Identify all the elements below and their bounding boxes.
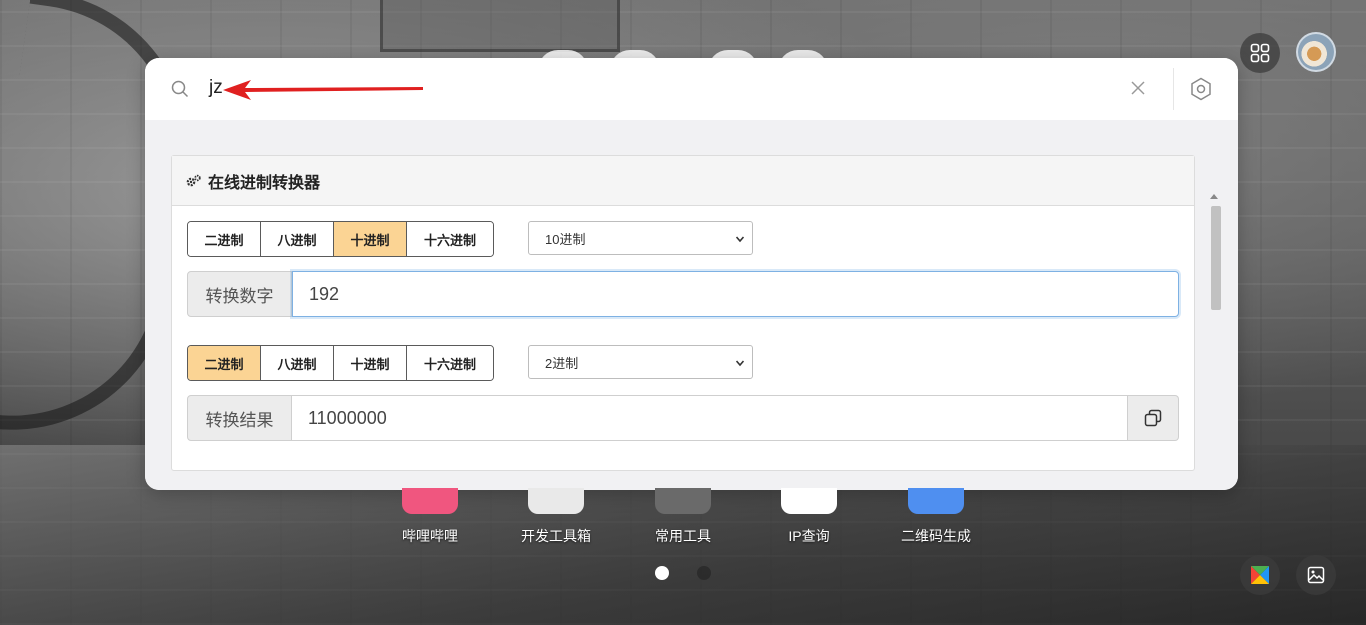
dock-item-qrcode[interactable]: 二维码生成: [896, 488, 976, 546]
dock-label: 二维码生成: [901, 528, 971, 544]
input-base-button[interactable]: 十六进制: [407, 222, 493, 256]
image-icon: [1307, 566, 1325, 584]
output-result-label: 转换结果: [187, 395, 292, 441]
ip-query-icon: [781, 488, 837, 514]
input-number-group: 转换数字 192: [187, 271, 1179, 317]
dock-label: 常用工具: [655, 528, 711, 544]
scroll-up-icon[interactable]: [1210, 194, 1218, 199]
chevron-down-icon: [736, 360, 744, 367]
dock-label: 哔哩哔哩: [402, 528, 458, 544]
search-input[interactable]: jz: [209, 77, 223, 99]
input-number-field[interactable]: 192: [292, 271, 1179, 317]
avatar[interactable]: [1296, 32, 1336, 72]
results-area: 在线进制转换器 二进制 八进制 十进制 十六进制 10进制 转换数字 192 二…: [145, 120, 1238, 490]
page-dot[interactable]: [697, 566, 711, 580]
background-window: [380, 0, 620, 52]
dock-item-devtools[interactable]: 开发工具箱: [516, 488, 596, 546]
copy-icon: [1144, 409, 1162, 427]
output-base-button[interactable]: 八进制: [261, 346, 334, 380]
qrcode-icon: [908, 488, 964, 514]
input-base-button[interactable]: 二进制: [188, 222, 261, 256]
chevron-down-icon: [736, 236, 744, 243]
close-icon[interactable]: [1131, 81, 1145, 95]
output-base-button[interactable]: 十六进制: [407, 346, 493, 380]
input-base-group: 二进制 八进制 十进制 十六进制: [187, 221, 494, 257]
input-base-select-value: 10进制: [545, 231, 586, 247]
grid-icon: [1250, 43, 1270, 63]
apps-button[interactable]: [1240, 33, 1280, 73]
results-scrollbar[interactable]: [1207, 188, 1221, 490]
devtools-icon: [528, 488, 584, 514]
gears-icon: [186, 174, 201, 186]
tools-icon: [655, 488, 711, 514]
card-header: 在线进制转换器: [172, 156, 1194, 206]
output-base-select[interactable]: 2进制: [528, 345, 753, 379]
search-bar: jz: [145, 58, 1238, 120]
dock-item-bilibili[interactable]: 哔哩哔哩: [390, 488, 470, 546]
bilibili-icon: [402, 488, 458, 514]
search-panel: jz 在线进制转换器 二进制 八进制 十进制 十六进制 10进制 转换数字 19…: [145, 58, 1238, 490]
output-base-group: 二进制 八进制 十进制 十六进制: [187, 345, 494, 381]
annotation-arrow-icon: [223, 80, 423, 100]
search-icon: [171, 80, 189, 98]
dock-label: 开发工具箱: [521, 528, 591, 544]
dock-item-ip-query[interactable]: IP查询: [769, 488, 849, 546]
output-base-select-value: 2进制: [545, 355, 579, 371]
output-result-group: 转换结果 11000000: [187, 395, 1179, 441]
input-base-button[interactable]: 八进制: [261, 222, 334, 256]
converter-card: 在线进制转换器 二进制 八进制 十进制 十六进制 10进制 转换数字 192 二…: [171, 155, 1195, 471]
dock-item-common-tools[interactable]: 常用工具: [643, 488, 723, 546]
card-title: 在线进制转换器: [208, 174, 321, 192]
input-number-label: 转换数字: [187, 271, 292, 317]
output-base-button[interactable]: 二进制: [188, 346, 261, 380]
colorful-logo-icon: [1251, 566, 1269, 584]
input-base-button[interactable]: 十进制: [334, 222, 407, 256]
hexagon-settings-icon[interactable]: [1189, 77, 1213, 101]
output-result-field[interactable]: 11000000: [292, 395, 1128, 441]
input-base-select[interactable]: 10进制: [528, 221, 753, 255]
wallpaper-button[interactable]: [1296, 555, 1336, 595]
output-base-button[interactable]: 十进制: [334, 346, 407, 380]
theme-button[interactable]: [1240, 555, 1280, 595]
page-dot-active[interactable]: [655, 566, 669, 580]
dock-label: IP查询: [788, 528, 830, 544]
scroll-thumb[interactable]: [1211, 206, 1221, 310]
search-divider: [1173, 68, 1174, 110]
copy-button[interactable]: [1128, 395, 1179, 441]
